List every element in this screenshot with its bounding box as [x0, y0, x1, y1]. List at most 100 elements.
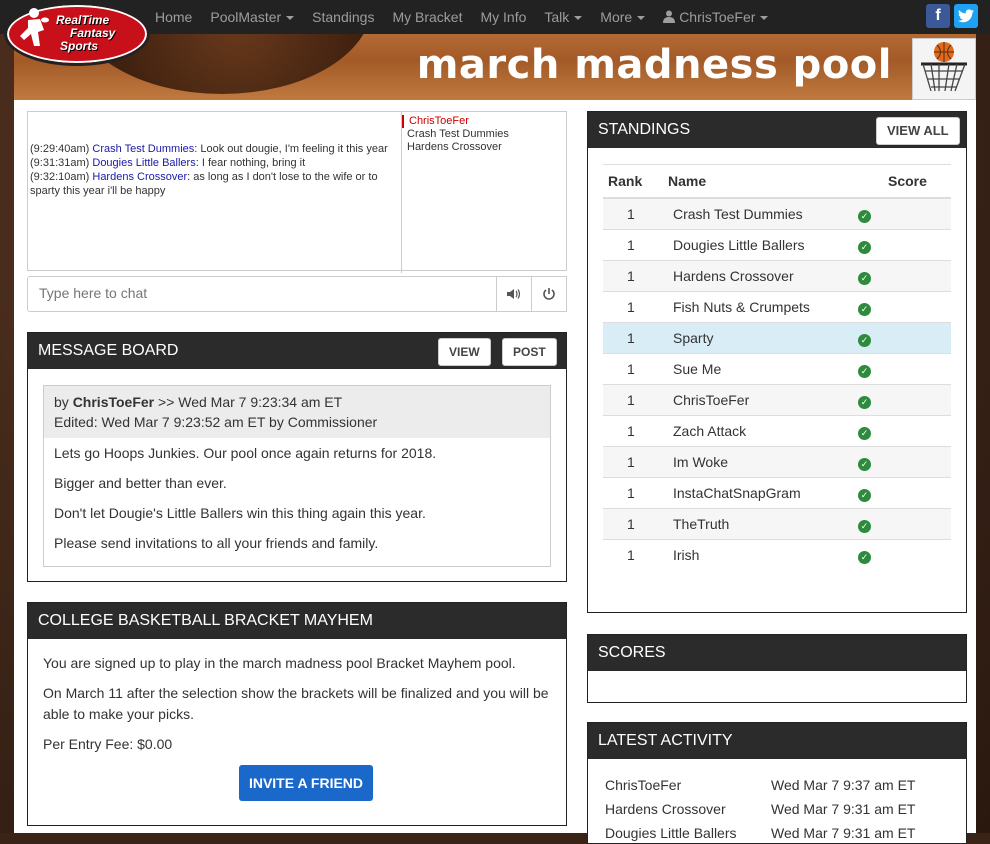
chat-user[interactable]: Crash Test Dummies [402, 128, 566, 141]
col-rank[interactable]: Rank [603, 164, 663, 199]
standings-team-name[interactable]: Crash Test Dummies [663, 197, 853, 230]
standings-row[interactable]: 1 TheTruth ✓ [603, 508, 951, 540]
bracket-mayhem-panel: COLLEGE BASKETBALL BRACKET MAYHEM You ar… [27, 602, 567, 826]
nav-more[interactable]: More [591, 9, 654, 25]
col-score[interactable]: Score [883, 164, 951, 199]
twitter-icon[interactable] [954, 4, 978, 28]
check-circle-icon: ✓ [858, 488, 871, 502]
chat-log[interactable]: (9:29:40am) Crash Test Dummies: Look out… [30, 142, 400, 198]
activity-name[interactable]: ChrisToeFer [605, 777, 771, 793]
by-prefix: by [54, 394, 73, 410]
standings-status: ✓ [853, 322, 883, 354]
bracket-finalize-text: On March 11 after the selection show the… [43, 685, 549, 722]
check-circle-icon: ✓ [858, 550, 871, 564]
message-author[interactable]: ChrisToeFer [73, 394, 154, 410]
chat-box: (9:29:40am) Crash Test Dummies: Look out… [27, 111, 567, 273]
power-button[interactable] [531, 276, 567, 312]
standings-row[interactable]: 1 Crash Test Dummies ✓ [603, 197, 951, 230]
standings-team-name[interactable]: Hardens Crossover [663, 260, 853, 292]
standings-team-name[interactable]: Im Woke [663, 446, 853, 478]
nav-my-info[interactable]: My Info [471, 9, 535, 25]
standings-status: ✓ [853, 477, 883, 509]
standings-team-name[interactable]: Fish Nuts & Crumpets [663, 291, 853, 323]
chat-author[interactable]: Crash Test Dummies [92, 143, 194, 155]
social-links: f [926, 4, 978, 28]
standings-panel: STANDINGS VIEW ALL Rank Name Score 1 Cras… [587, 111, 967, 613]
nav-my-bracket[interactable]: My Bracket [383, 9, 471, 25]
standings-score [883, 477, 951, 509]
activity-name[interactable]: Hardens Crossover [605, 801, 771, 817]
message-paragraph: Please send invitations to all your frie… [54, 535, 379, 551]
latest-activity-panel: LATEST ACTIVITY ChrisToeFer Wed Mar 7 9:3… [587, 722, 967, 844]
standings-score [883, 353, 951, 385]
standings-row[interactable]: 1 InstaChatSnapGram ✓ [603, 477, 951, 509]
message-edited: Edited: Wed Mar 7 9:23:52 am ET by Commi… [54, 414, 378, 430]
standings-team-name[interactable]: ChrisToeFer [663, 384, 853, 416]
nav-poolmaster[interactable]: PoolMaster [201, 9, 303, 25]
standings-status: ✓ [853, 539, 883, 570]
standings-body: 1 Crash Test Dummies ✓ 1 Dougies Little Ball… [603, 197, 951, 570]
standings-team-name[interactable]: Irish [663, 539, 853, 570]
standings-rank: 1 [603, 322, 663, 354]
chat-text: : Look out dougie, I'm feeling it this y… [194, 143, 388, 155]
chat-author[interactable]: Dougies Little Ballers [92, 157, 195, 169]
standings-row[interactable]: 1 Sparty ✓ [603, 322, 951, 354]
chat-text: : I fear nothing, bring it [195, 157, 306, 169]
standings-team-name[interactable]: TheTruth [663, 508, 853, 540]
chat-input[interactable] [37, 277, 481, 309]
standings-row[interactable]: 1 Im Woke ✓ [603, 446, 951, 478]
chat-message: (9:31:31am) Dougies Little Ballers: I fe… [30, 156, 400, 170]
nav-talk[interactable]: Talk [535, 9, 591, 25]
check-circle-icon: ✓ [858, 209, 871, 223]
standings-status: ✓ [853, 508, 883, 540]
chat-user[interactable]: ChrisToeFer [402, 115, 566, 128]
standings-team-name[interactable]: Zach Attack [663, 415, 853, 447]
invite-friend-button[interactable]: INVITE A FRIEND [239, 765, 373, 801]
standings-row[interactable]: 1 Zach Attack ✓ [603, 415, 951, 447]
scores-panel: SCORES [587, 634, 967, 703]
standings-team-name[interactable]: Sue Me [663, 353, 853, 385]
brand-logo[interactable]: RealTime Fantasy Sports [4, 2, 150, 66]
chat-time: (9:32:10am) [30, 171, 90, 183]
standings-row[interactable]: 1 Hardens Crossover ✓ [603, 260, 951, 292]
check-circle-icon: ✓ [858, 519, 871, 533]
sound-toggle-button[interactable] [496, 276, 532, 312]
chat-user[interactable]: Hardens Crossover [402, 141, 566, 154]
standings-row[interactable]: 1 Irish ✓ [603, 539, 951, 570]
volume-icon [507, 289, 521, 299]
nav-home[interactable]: Home [146, 9, 201, 25]
standings-status: ✓ [853, 197, 883, 230]
standings-rank: 1 [603, 539, 663, 570]
pool-title: march madness pool [416, 42, 892, 88]
col-name[interactable]: Name [663, 164, 853, 199]
nav-user-menu[interactable]: ChrisToeFer [654, 9, 777, 25]
chat-author[interactable]: Hardens Crossover [92, 171, 187, 183]
activity-row: Dougies Little Ballers Wed Mar 7 9:31 am … [605, 825, 915, 841]
standings-row[interactable]: 1 Sue Me ✓ [603, 353, 951, 385]
standings-team-name[interactable]: Dougies Little Ballers [663, 229, 853, 261]
standings-team-name[interactable]: InstaChatSnapGram [663, 477, 853, 509]
col-check [853, 164, 883, 199]
message-byline: by ChrisToeFer >> Wed Mar 7 9:23:34 am E… [54, 392, 540, 412]
message-board-post-button[interactable]: POST [502, 338, 557, 366]
chat-message: (9:29:40am) Crash Test Dummies: Look out… [30, 142, 400, 156]
logo-text: RealTime Fantasy Sports [56, 14, 115, 53]
nav-standings[interactable]: Standings [303, 9, 383, 25]
standings-team-name[interactable]: Sparty [663, 322, 853, 354]
activity-name[interactable]: Dougies Little Ballers [605, 825, 771, 841]
message-posted-time: >> Wed Mar 7 9:23:34 am ET [154, 394, 343, 410]
check-circle-icon: ✓ [858, 240, 871, 254]
standings-view-all-button[interactable]: VIEW ALL [876, 117, 960, 145]
standings-row[interactable]: 1 Fish Nuts & Crumpets ✓ [603, 291, 951, 323]
chat-message: (9:32:10am) Hardens Crossover: as long a… [30, 170, 400, 198]
standings-row[interactable]: 1 ChrisToeFer ✓ [603, 384, 951, 416]
main-content: (9:29:40am) Crash Test Dummies: Look out… [14, 100, 976, 844]
standings-status: ✓ [853, 353, 883, 385]
standings-row[interactable]: 1 Dougies Little Ballers ✓ [603, 229, 951, 261]
facebook-icon[interactable]: f [926, 4, 950, 28]
message-board-view-button[interactable]: VIEW [438, 338, 491, 366]
logo-line-3: Sports [60, 39, 99, 53]
message-paragraph: Don't let Dougie's Little Ballers win th… [54, 505, 426, 521]
standings-rank: 1 [603, 197, 663, 230]
chevron-down-icon [760, 16, 769, 21]
